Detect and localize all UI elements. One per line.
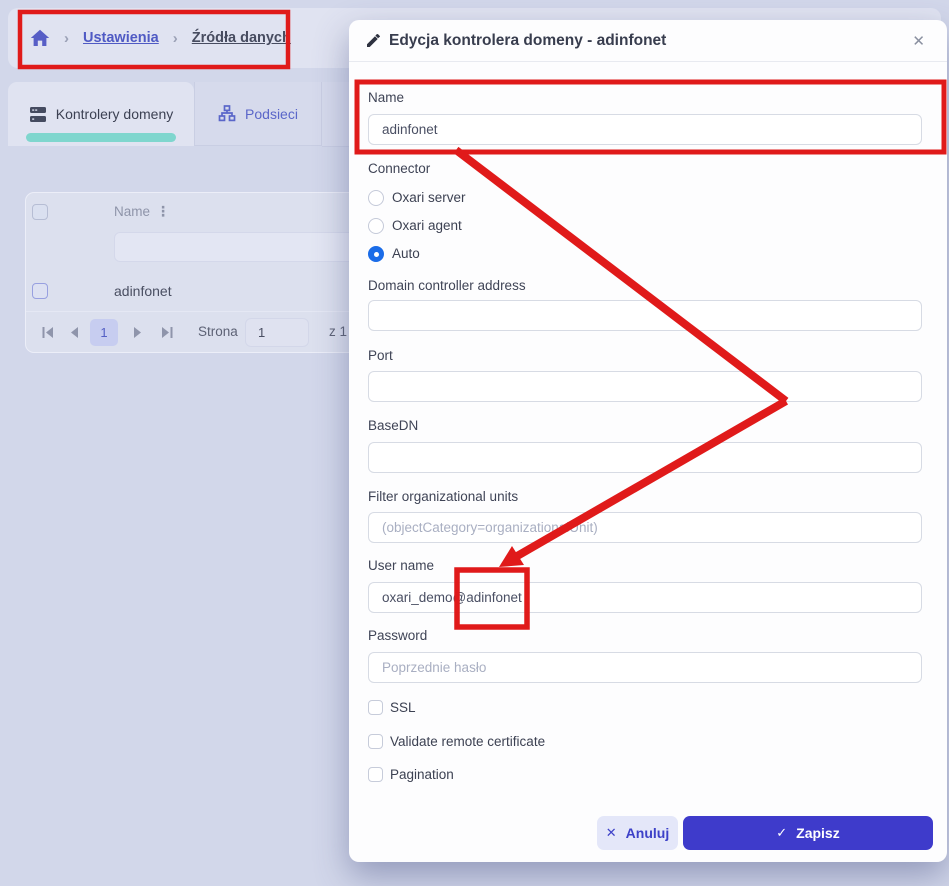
column-menu-icon[interactable]: ⋮: [156, 203, 170, 220]
cancel-button[interactable]: ✕ Anuluj: [597, 816, 678, 850]
breadcrumb-chevron-icon: ›: [173, 30, 178, 47]
table-row-name[interactable]: adinfonet: [114, 283, 172, 299]
radio-oxari-agent-label[interactable]: Oxari agent: [392, 218, 462, 233]
user-name-input[interactable]: [368, 582, 922, 613]
password-input[interactable]: [368, 652, 922, 683]
select-all-checkbox[interactable]: [32, 204, 48, 220]
filter-ou-input[interactable]: [368, 512, 922, 543]
basedn-label: BaseDN: [368, 418, 418, 433]
tab-partial: [322, 82, 352, 147]
validate-cert-checkbox[interactable]: [368, 734, 383, 749]
connector-label: Connector: [368, 161, 430, 176]
active-tab-indicator: [26, 133, 176, 142]
name-input[interactable]: [368, 114, 922, 145]
pagination-label[interactable]: Pagination: [390, 767, 454, 782]
strona-label: Strona: [198, 324, 238, 339]
radio-auto[interactable]: [368, 246, 384, 262]
tab-podsieci[interactable]: Podsieci: [194, 82, 322, 146]
breadcrumb-link-ustawienia[interactable]: Ustawienia: [83, 30, 159, 46]
save-button-label: Zapisz: [796, 825, 840, 841]
radio-oxari-server-label[interactable]: Oxari server: [392, 190, 466, 205]
close-icon[interactable]: ✕: [906, 28, 931, 54]
edit-domain-controller-modal: Edycja kontrolera domeny - adinfonet ✕ N…: [349, 20, 947, 862]
ssl-checkbox[interactable]: [368, 700, 383, 715]
save-check-icon: ✓: [776, 825, 787, 841]
radio-auto-label[interactable]: Auto: [392, 246, 420, 261]
user-name-label: User name: [368, 558, 434, 573]
modal-title: Edycja kontrolera domeny - adinfonet: [389, 32, 666, 50]
page-number-button[interactable]: 1: [90, 319, 118, 346]
column-header-name[interactable]: Name: [114, 204, 150, 219]
dc-address-input[interactable]: [368, 300, 922, 331]
first-page-icon[interactable]: [41, 325, 55, 345]
of-pages-label: z 1: [329, 324, 347, 339]
edit-pencil-icon: [365, 33, 381, 49]
radio-oxari-server[interactable]: [368, 190, 384, 206]
cancel-x-icon: ✕: [606, 825, 617, 841]
modal-header: Edycja kontrolera domeny - adinfonet ✕: [349, 20, 947, 62]
subnet-icon: [218, 105, 236, 122]
filter-ou-label: Filter organizational units: [368, 489, 518, 504]
password-label: Password: [368, 628, 427, 643]
row-checkbox[interactable]: [32, 283, 48, 299]
name-label: Name: [368, 90, 404, 105]
breadcrumb-current-zrodla-danych[interactable]: Źródła danych: [192, 30, 291, 46]
cancel-button-label: Anuluj: [626, 825, 670, 841]
radio-oxari-agent[interactable]: [368, 218, 384, 234]
server-icon: [29, 106, 47, 123]
basedn-input[interactable]: [368, 442, 922, 473]
port-input[interactable]: [368, 371, 922, 402]
next-page-icon[interactable]: [130, 325, 144, 345]
tab-label: Kontrolery domeny: [56, 106, 174, 122]
dc-address-label: Domain controller address: [368, 278, 526, 293]
save-button[interactable]: ✓ Zapisz: [683, 816, 933, 850]
page-input[interactable]: [245, 318, 309, 347]
port-label: Port: [368, 348, 393, 363]
prev-page-icon[interactable]: [68, 325, 82, 345]
validate-cert-label[interactable]: Validate remote certificate: [390, 734, 545, 749]
tab-label: Podsieci: [245, 106, 298, 122]
pagination-checkbox[interactable]: [368, 767, 383, 782]
home-icon[interactable]: [30, 29, 50, 47]
breadcrumb-chevron-icon: ›: [64, 30, 69, 47]
app-window: › Ustawienia › Źródła danych Kontrolery …: [0, 0, 949, 886]
last-page-icon[interactable]: [160, 325, 174, 345]
ssl-label[interactable]: SSL: [390, 700, 416, 715]
